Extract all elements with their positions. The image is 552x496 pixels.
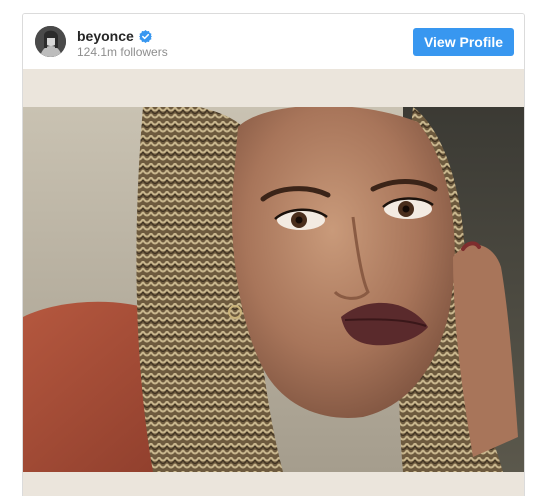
- follower-count: 124.1m followers: [77, 45, 168, 59]
- username[interactable]: beyonce: [77, 28, 134, 44]
- view-profile-button[interactable]: View Profile: [413, 28, 514, 56]
- avatar[interactable]: [35, 26, 66, 57]
- instagram-embed-card: beyonce 124.1m followers View Profile: [22, 13, 525, 496]
- username-row: beyonce: [77, 27, 152, 45]
- post-photo[interactable]: [23, 107, 524, 472]
- page: beyonce 124.1m followers View Profile: [0, 0, 552, 496]
- post-header: beyonce 124.1m followers View Profile: [23, 14, 524, 69]
- avatar-photo-icon: [35, 26, 66, 57]
- verified-badge-icon: [138, 29, 152, 43]
- post-media-frame: [23, 69, 524, 496]
- post-photo-image: [23, 107, 524, 472]
